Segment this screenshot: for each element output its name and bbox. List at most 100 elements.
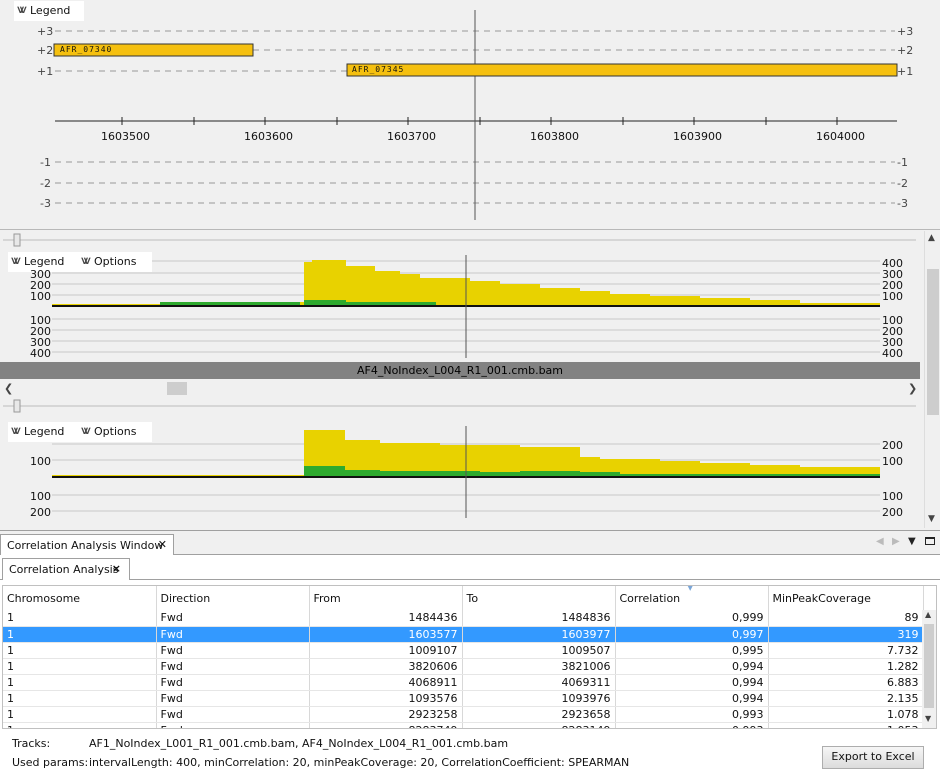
table-cell: 1	[3, 674, 157, 691]
table-cell: 1	[3, 642, 157, 659]
ruler-tick-label: 1604000	[816, 130, 865, 143]
scroll-down-icon[interactable]: ▼	[925, 714, 931, 723]
table-cell: 1603577	[309, 626, 463, 643]
table-cell: 1.078	[768, 706, 924, 723]
table-cell: 3820606	[309, 658, 463, 675]
column-header[interactable]: From	[309, 586, 463, 610]
table-cell: 0,999	[615, 610, 769, 627]
ruler-tick-label: 1603500	[101, 130, 150, 143]
scroll-left-icon[interactable]: ❮	[4, 382, 13, 395]
scroll-up-icon[interactable]: ▲	[928, 233, 935, 243]
table-cell: Fwd	[156, 658, 310, 675]
table-row[interactable]: 1 Fwd 1093576 1093976 0,994 2.135	[3, 690, 924, 707]
column-header[interactable]: Direction	[156, 586, 310, 610]
chevron-down-icon: ∨∨	[9, 254, 22, 267]
vertical-scrollbar[interactable]: ▲ ▼	[924, 231, 940, 528]
table-cell: 4069311	[462, 674, 616, 691]
column-header[interactable]: To	[462, 586, 616, 610]
ruler-tick-label: 1603600	[244, 130, 293, 143]
table-row[interactable]: 1Fwd828374982831490,9931.053	[3, 722, 924, 728]
y-tick-label: 100	[30, 290, 51, 303]
column-header[interactable]: Correlation ▼	[615, 586, 769, 610]
table-cell: 0,995	[615, 642, 769, 659]
close-icon[interactable]: ×	[112, 562, 121, 575]
scroll-down-icon[interactable]: ▼	[928, 514, 935, 524]
table-cell: Fwd	[156, 626, 310, 643]
legend-toggle[interactable]: ∨∨ Legend	[8, 422, 78, 442]
level-label: -3	[897, 197, 908, 210]
table-cell: 1	[3, 690, 157, 707]
table-cell: 1009507	[462, 642, 616, 659]
table-cell: 1603977	[462, 626, 616, 643]
chevron-down-icon: ∨∨	[9, 424, 22, 437]
y-tick-label: 400	[30, 347, 51, 360]
export-to-excel-button[interactable]: Export to Excel	[822, 746, 924, 769]
legend-label: Legend	[30, 4, 71, 17]
level-label: +1	[37, 65, 54, 78]
params-label: Used params:	[12, 756, 89, 769]
tab-correlation-analysis[interactable]: Correlation Analysis ×	[2, 558, 130, 580]
table-cell: 6.883	[768, 674, 924, 691]
table-row[interactable]: 1 Fwd 1009107 1009507 0,995 7.732	[3, 642, 924, 659]
scroll-thumb[interactable]	[924, 624, 934, 708]
table-row[interactable]: 1 Fwd 3820606 3821006 0,994 1.282	[3, 658, 924, 675]
table-row[interactable]: 1 Fwd 1603577 1603977 0,997 319	[3, 626, 924, 643]
legend-toggle[interactable]: ∨∨ Legend	[14, 1, 84, 21]
table-cell: Fwd	[156, 642, 310, 659]
table-cell: 1	[3, 722, 157, 728]
table-cell: 8283749	[309, 722, 463, 728]
options-toggle[interactable]: ∨∨ Options	[78, 422, 152, 442]
table-scrollbar[interactable]: ▲ ▼	[922, 610, 936, 728]
tab-label: Correlation Analysis	[9, 563, 119, 576]
close-icon[interactable]: ✕	[158, 538, 167, 551]
table-cell: 0,994	[615, 690, 769, 707]
table-cell: 0,993	[615, 706, 769, 723]
tracks-value: AF1_NoIndex_L001_R1_001.cmb.bam, AF4_NoI…	[89, 737, 509, 750]
gene-track-panel: ∨∨ Legend +3 +2 +1 -1 -2 -3 +3 +2 +1 -1 …	[0, 0, 940, 230]
table-cell: 89	[768, 610, 924, 627]
table-cell: 0,994	[615, 674, 769, 691]
coverage-track-1: ∨∨ Legend ∨∨ Options 300 200 100 100 200…	[0, 231, 924, 381]
table-cell: 1484836	[462, 610, 616, 627]
chevron-down-icon: ∨∨	[15, 3, 28, 16]
correlation-window: Correlation Analysis Window ✕ ◀ ▶ ▼ Corr…	[0, 530, 940, 783]
level-label: +2	[897, 44, 914, 57]
table-row[interactable]: 1 Fwd 2923258 2923658 0,993 1.078	[3, 706, 924, 723]
level-label: -2	[40, 177, 51, 190]
scroll-right-icon[interactable]: ❯	[908, 382, 917, 395]
table-cell: 1009107	[309, 642, 463, 659]
table-cell: 1093576	[309, 690, 463, 707]
y-tick-label: 200	[882, 506, 903, 519]
table-cell: 2923658	[462, 706, 616, 723]
table-cell: 1	[3, 626, 157, 643]
level-label: -2	[897, 177, 908, 190]
table-row[interactable]: 1 Fwd 1484436 1484836 0,999 89	[3, 610, 924, 627]
chevron-down-icon: ∨∨	[79, 254, 92, 267]
chevron-down-icon: ∨∨	[79, 424, 92, 437]
maximize-icon[interactable]	[925, 537, 935, 545]
table-cell: 3821006	[462, 658, 616, 675]
tab-correlation-window[interactable]: Correlation Analysis Window ✕	[0, 534, 174, 555]
table-cell: 1093976	[462, 690, 616, 707]
coverage-canvas-2	[3, 399, 916, 518]
options-toggle[interactable]: ∨∨ Options	[78, 252, 152, 272]
gene-bar[interactable]	[346, 63, 898, 77]
tab-menu-icon[interactable]: ▼	[908, 536, 916, 547]
scroll-thumb[interactable]	[167, 382, 187, 395]
column-header[interactable]: MinPeakCoverage	[768, 586, 924, 610]
column-header[interactable]: Chromosome	[3, 586, 157, 610]
tab-nav-right-icon[interactable]: ▶	[892, 536, 900, 547]
params-value: intervalLength: 400, minCorrelation: 20,…	[89, 756, 630, 769]
y-tick-label: 100	[882, 290, 903, 303]
y-tick-label: 200	[30, 506, 51, 519]
horizontal-scrollbar[interactable]: ❮ ❯	[0, 381, 924, 397]
scroll-up-icon[interactable]: ▲	[925, 610, 931, 619]
scroll-thumb[interactable]	[927, 269, 939, 415]
y-tick-label: 100	[882, 490, 903, 503]
table-cell: 1.053	[768, 722, 924, 728]
level-label: +3	[37, 25, 54, 38]
tab-nav-left-icon[interactable]: ◀	[876, 536, 884, 547]
options-label: Options	[94, 425, 137, 438]
table-row[interactable]: 1 Fwd 4068911 4069311 0,994 6.883	[3, 674, 924, 691]
table-cell: 1484436	[309, 610, 463, 627]
